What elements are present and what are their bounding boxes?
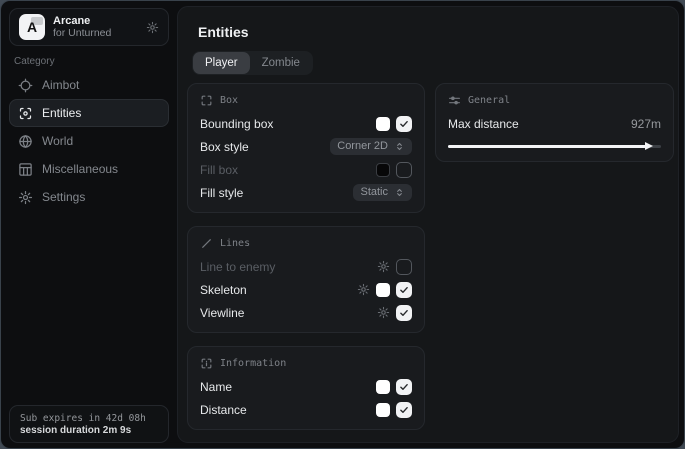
scan-icon: [18, 106, 33, 121]
box-style-value: Corner 2D: [337, 141, 388, 152]
sidebar: A Arcane for Unturned Category Aimbot: [1, 1, 177, 448]
general-section: General Max distance 927m: [435, 83, 674, 162]
info-icon: [200, 357, 213, 370]
bounding-box-row: Bounding box: [200, 112, 412, 135]
app-subtitle: for Unturned: [53, 27, 138, 39]
globe-icon: [18, 134, 33, 149]
bounding-box-color-swatch[interactable]: [376, 117, 390, 131]
distance-label: Distance: [200, 403, 247, 417]
fill-box-row: Fill box: [200, 158, 412, 181]
app-title: Arcane: [53, 15, 138, 28]
fill-style-dropdown[interactable]: Static: [353, 184, 412, 201]
fill-box-label: Fill box: [200, 163, 238, 177]
box-corners-icon: [200, 94, 213, 107]
crosshair-icon: [18, 78, 33, 93]
max-distance-slider[interactable]: [448, 145, 661, 148]
app-logo-letter: A: [27, 19, 37, 35]
logo-card: A Arcane for Unturned: [9, 8, 169, 46]
gear-icon[interactable]: [146, 21, 159, 34]
viewline-label: Viewline: [200, 306, 244, 320]
fill-style-row: Fill style Static: [200, 181, 412, 204]
chevrons-up-down-icon: [394, 187, 405, 198]
skeleton-settings-gear-icon[interactable]: [357, 283, 370, 296]
fill-style-label: Fill style: [200, 186, 243, 200]
chevrons-up-down-icon: [394, 141, 405, 152]
right-column: General Max distance 927m: [435, 83, 674, 175]
skeleton-checkbox[interactable]: [396, 282, 412, 298]
arcane-window: A Arcane for Unturned Category Aimbot: [0, 0, 685, 449]
information-section: Information Name Distance: [187, 346, 425, 430]
session-duration-text: session duration 2m 9s: [20, 425, 158, 436]
gear-icon: [18, 190, 33, 205]
tab-player[interactable]: Player: [193, 52, 250, 74]
left-column: Box Bounding box Box style Corner 2D: [187, 83, 425, 443]
name-checkbox[interactable]: [396, 379, 412, 395]
max-distance-label: Max distance: [448, 117, 519, 131]
skeleton-label: Skeleton: [200, 283, 247, 297]
app-logo: A: [19, 14, 45, 40]
bounding-box-checkbox[interactable]: [396, 116, 412, 132]
skeleton-color-swatch[interactable]: [376, 283, 390, 297]
main-panel: Entities Player Zombie Box Bounding box: [177, 6, 679, 443]
max-distance-value: 927m: [631, 117, 661, 131]
page-title: Entities: [198, 24, 249, 40]
category-label: Category: [14, 56, 55, 67]
box-style-row: Box style Corner 2D: [200, 135, 412, 158]
slider-thumb[interactable]: [645, 142, 653, 150]
bounding-box-label: Bounding box: [200, 117, 273, 131]
name-label: Name: [200, 380, 232, 394]
max-distance-row: Max distance 927m: [448, 112, 661, 135]
section-header-label: General: [468, 95, 510, 106]
sidebar-item-aimbot[interactable]: Aimbot: [9, 71, 169, 99]
section-header-label: Information: [220, 358, 286, 369]
name-color-swatch[interactable]: [376, 380, 390, 394]
sidebar-item-label: Settings: [42, 190, 85, 204]
distance-checkbox[interactable]: [396, 402, 412, 418]
sub-expiry-text: Sub expires in 42d 08h: [20, 413, 158, 424]
box-style-label: Box style: [200, 140, 249, 154]
box-style-dropdown[interactable]: Corner 2D: [330, 138, 412, 155]
distance-row: Distance: [200, 398, 412, 421]
line-to-enemy-checkbox[interactable]: [396, 259, 412, 275]
sidebar-item-label: World: [42, 134, 73, 148]
sidebar-item-miscellaneous[interactable]: Miscellaneous: [9, 155, 169, 183]
name-row: Name: [200, 375, 412, 398]
sliders-icon: [448, 94, 461, 107]
fill-style-value: Static: [360, 187, 388, 198]
sidebar-item-entities[interactable]: Entities: [9, 99, 169, 127]
line-settings-gear-icon[interactable]: [377, 260, 390, 273]
viewline-row: Viewline: [200, 301, 412, 324]
sidebar-item-settings[interactable]: Settings: [9, 183, 169, 211]
line-icon: [200, 237, 213, 250]
sidebar-nav: Aimbot Entities World Miscellaneous: [9, 71, 169, 211]
section-header-label: Lines: [220, 238, 250, 249]
fill-box-color-swatch[interactable]: [376, 163, 390, 177]
sidebar-item-world[interactable]: World: [9, 127, 169, 155]
distance-color-swatch[interactable]: [376, 403, 390, 417]
fill-box-checkbox[interactable]: [396, 162, 412, 178]
sidebar-item-label: Miscellaneous: [42, 162, 118, 176]
section-header-label: Box: [220, 95, 238, 106]
sidebar-item-label: Entities: [42, 106, 81, 120]
line-to-enemy-label: Line to enemy: [200, 260, 275, 274]
box-section: Box Bounding box Box style Corner 2D: [187, 83, 425, 213]
line-to-enemy-row: Line to enemy: [200, 255, 412, 278]
entity-tabs: Player Zombie: [192, 51, 313, 75]
subscription-card: Sub expires in 42d 08h session duration …: [9, 405, 169, 443]
viewline-checkbox[interactable]: [396, 305, 412, 321]
viewline-settings-gear-icon[interactable]: [377, 306, 390, 319]
lines-section: Lines Line to enemy Skeleton: [187, 226, 425, 333]
grid-icon: [18, 162, 33, 177]
tab-zombie[interactable]: Zombie: [250, 52, 312, 74]
skeleton-row: Skeleton: [200, 278, 412, 301]
sidebar-item-label: Aimbot: [42, 78, 79, 92]
